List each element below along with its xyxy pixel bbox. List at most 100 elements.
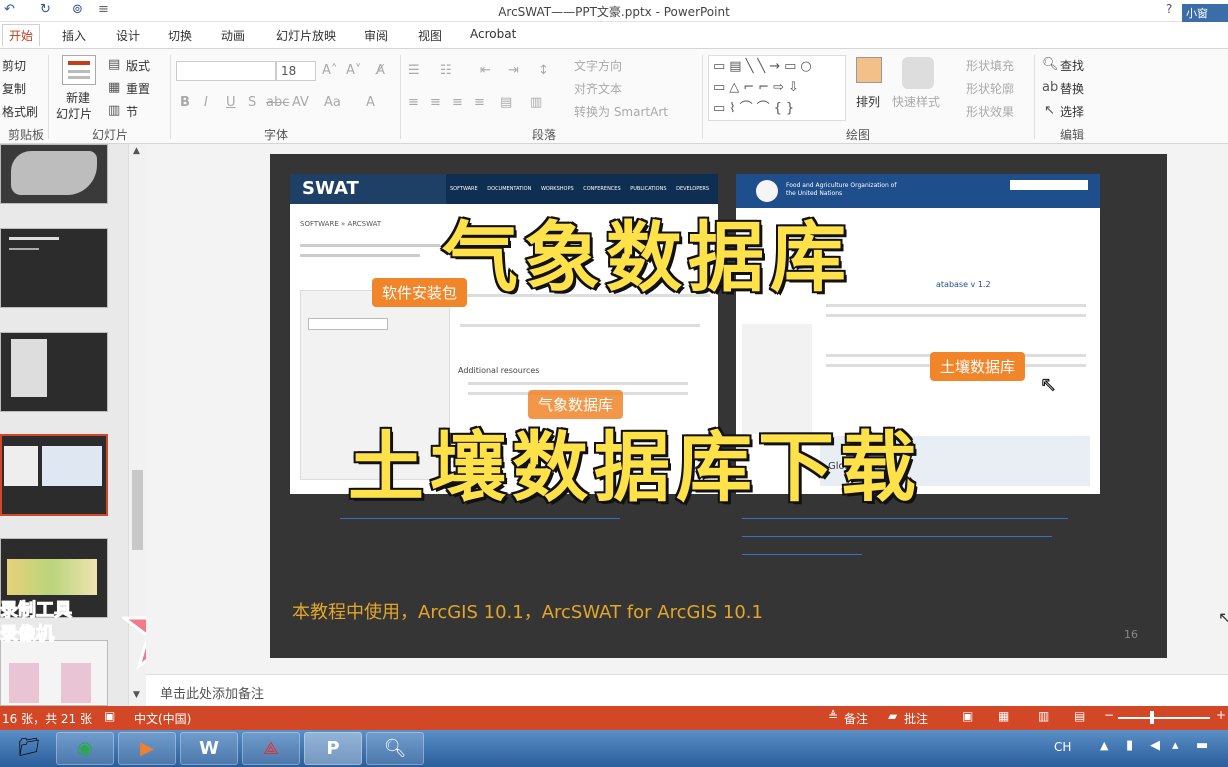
- swat-link[interactable]: [340, 518, 620, 519]
- font-group-label: 字体: [264, 128, 289, 142]
- pdf-reader-icon[interactable]: ⟁: [242, 732, 300, 765]
- layout-button[interactable]: 版式: [126, 57, 150, 74]
- format-painter-button[interactable]: 格式刷: [2, 103, 38, 120]
- new-slide-label2[interactable]: 幻灯片: [56, 105, 92, 122]
- new-slide-label[interactable]: 新建: [66, 89, 90, 106]
- fao-link[interactable]: [742, 518, 1068, 519]
- tab-view[interactable]: 视图: [418, 27, 442, 44]
- spell-check-icon[interactable]: ▣: [104, 709, 115, 723]
- font-name-field[interactable]: [176, 61, 276, 81]
- replace-button[interactable]: 替换: [1060, 80, 1084, 97]
- media-player-icon[interactable]: ▶: [118, 732, 176, 765]
- reset-button[interactable]: 重置: [126, 80, 150, 97]
- notes-icon: ≜: [828, 709, 839, 723]
- scroll-down-icon[interactable]: ▼: [133, 690, 140, 700]
- italic-icon[interactable]: I: [204, 95, 208, 110]
- language-indicator[interactable]: 中文(中国): [134, 710, 191, 727]
- fao-link[interactable]: [742, 554, 862, 555]
- scroll-up-icon[interactable]: ▲: [133, 146, 140, 156]
- tab-slideshow[interactable]: 幻灯片放映: [276, 27, 336, 44]
- reading-view-icon[interactable]: ▥: [1038, 709, 1049, 723]
- tab-home[interactable]: 开始: [2, 24, 41, 46]
- powerpoint-icon[interactable]: P: [304, 732, 362, 765]
- tray-up-icon[interactable]: ▲: [1100, 739, 1108, 752]
- distribute-icon[interactable]: ▤: [500, 95, 512, 110]
- bullets-icon[interactable]: ☰: [408, 63, 420, 78]
- font-color-icon[interactable]: A: [366, 95, 375, 110]
- tab-animations[interactable]: 动画: [221, 27, 245, 44]
- zoom-slider-thumb[interactable]: [1150, 711, 1154, 724]
- word-icon[interactable]: W: [180, 732, 238, 765]
- font-size-field[interactable]: 18: [276, 61, 316, 81]
- decrease-indent-icon[interactable]: ⇤: [480, 63, 491, 78]
- mini-window-button[interactable]: 小窗: [1182, 4, 1228, 24]
- zoom-in-icon[interactable]: +: [1216, 708, 1226, 722]
- slide-thumbnail[interactable]: [0, 640, 108, 706]
- align-left-icon[interactable]: ≡: [408, 95, 419, 110]
- notes-button[interactable]: 备注: [844, 710, 868, 727]
- zoom-out-icon[interactable]: −: [1104, 708, 1114, 722]
- tab-review[interactable]: 审阅: [364, 27, 388, 44]
- shrink-font-icon[interactable]: A˅: [346, 63, 361, 78]
- slide-thumbnail-selected[interactable]: [0, 434, 108, 516]
- increase-indent-icon[interactable]: ⇥: [508, 63, 519, 78]
- quick-styles-button[interactable]: 快速样式: [892, 93, 940, 110]
- shape-outline-button[interactable]: 形状轮廓: [966, 80, 1014, 97]
- cut-button[interactable]: 剪切: [2, 57, 26, 74]
- grow-font-icon[interactable]: A˄: [322, 63, 337, 78]
- slide-thumbnail[interactable]: [0, 228, 108, 308]
- align-center-icon[interactable]: ≡: [430, 95, 441, 110]
- underline-icon[interactable]: U: [226, 95, 236, 110]
- notes-pane[interactable]: 单击此处添加备注: [146, 674, 1228, 706]
- tab-transitions[interactable]: 切换: [168, 27, 192, 44]
- shape-fill-button[interactable]: 形状填充: [966, 57, 1014, 74]
- slide-thumbnail[interactable]: [0, 332, 108, 412]
- zoom-slider[interactable]: [1118, 717, 1210, 719]
- tab-insert[interactable]: 插入: [62, 27, 86, 44]
- magnifier-icon[interactable]: 🔍︎: [366, 732, 424, 765]
- slide-thumbnail[interactable]: [0, 144, 108, 204]
- overlay-title-weather: 气象数据库: [441, 212, 852, 304]
- network-icon[interactable]: ▮: [1126, 738, 1133, 753]
- fao-link[interactable]: [742, 536, 1052, 537]
- soil-db-callout: 土壤数据库: [930, 352, 1026, 381]
- battery-icon[interactable]: ▬: [1196, 738, 1208, 753]
- section-button[interactable]: 节: [126, 103, 138, 120]
- line-spacing-icon[interactable]: ↕: [538, 63, 549, 78]
- arrange-button[interactable]: 排列: [856, 93, 880, 110]
- volume-icon[interactable]: ◀: [1150, 738, 1160, 753]
- help-button[interactable]: ?: [1166, 2, 1172, 16]
- justify-icon[interactable]: ≡: [474, 95, 485, 110]
- comments-button[interactable]: 批注: [904, 710, 928, 727]
- tab-acrobat[interactable]: Acrobat: [470, 27, 516, 41]
- select-button[interactable]: 选择: [1060, 103, 1084, 120]
- signal-icon[interactable]: ▴: [1172, 738, 1179, 753]
- tab-design[interactable]: 设计: [116, 27, 140, 44]
- ime-indicator[interactable]: CH: [1054, 740, 1071, 754]
- slide-sorter-icon[interactable]: ▦: [998, 709, 1009, 723]
- copy-button[interactable]: 复制: [2, 80, 26, 97]
- align-right-icon[interactable]: ≡: [452, 95, 463, 110]
- shapes-gallery[interactable]: ▭▤╲╲→▭○ ▭△⌐⌐⇨⇩ ▭⌇⌒⌒{}: [708, 55, 846, 121]
- shadow-icon[interactable]: S: [248, 95, 256, 110]
- normal-view-icon[interactable]: ▣: [962, 709, 973, 723]
- file-explorer-icon[interactable]: 📁︎: [0, 732, 58, 765]
- shape-effects-button[interactable]: 形状效果: [966, 103, 1014, 120]
- columns-icon[interactable]: ▥: [530, 95, 542, 110]
- find-button[interactable]: 查找: [1060, 57, 1084, 74]
- replace-icon: ab: [1042, 80, 1059, 95]
- strikethrough-icon[interactable]: abc: [266, 95, 289, 110]
- bold-icon[interactable]: B: [180, 95, 190, 110]
- current-slide[interactable]: SWAT SOFTWARE DOCUMENTATION WORKSHOPS CO…: [270, 154, 1167, 658]
- align-text-button[interactable]: 对齐文本: [574, 80, 622, 97]
- text-direction-button[interactable]: 文字方向: [574, 57, 622, 74]
- scroll-thumb[interactable]: [132, 470, 143, 550]
- browser-icon[interactable]: ◉: [56, 732, 114, 765]
- clear-format-icon[interactable]: A̸: [376, 63, 385, 78]
- slideshow-view-icon[interactable]: ▤: [1074, 709, 1085, 723]
- numbering-icon[interactable]: ☷: [440, 63, 452, 78]
- change-case-icon[interactable]: Aa: [324, 95, 341, 110]
- convert-smartart-button[interactable]: 转换为 SmartArt: [574, 103, 668, 120]
- char-spacing-icon[interactable]: AV: [292, 95, 309, 110]
- new-slide-icon[interactable]: [62, 55, 96, 85]
